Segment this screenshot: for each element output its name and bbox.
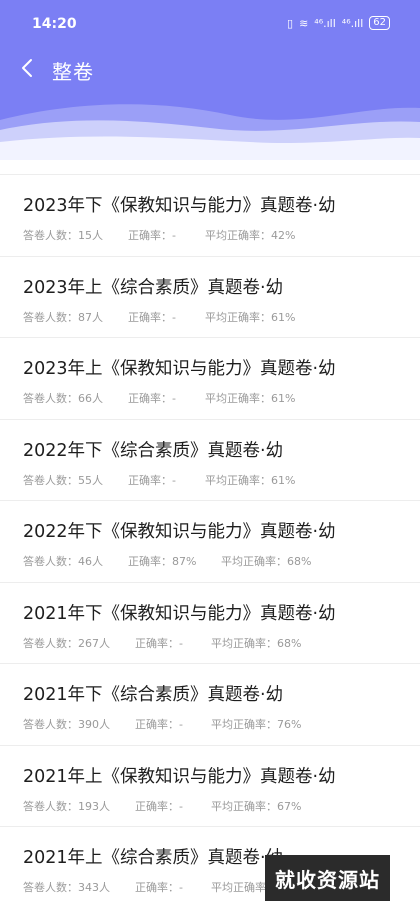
exam-title: 2021年下《综合素质》真题卷·幼 [23, 685, 284, 705]
accuracy-rate: 正确率：- [135, 799, 183, 813]
accuracy-rate: 正确率：- [135, 718, 183, 731]
exam-list-item[interactable]: 2023年上《保教知识与能力》真题卷·幼答卷人数：66人 正确率：- 平均正确率：6… [0, 337, 420, 419]
battery-icon: 62 [369, 16, 390, 30]
average-accuracy-rate: 平均正确率：67% [211, 799, 302, 813]
average-accuracy-rate: 平均正确率：61% [205, 392, 296, 405]
accuracy-rate: 正确率：87% [128, 555, 197, 568]
exam-title: 2021年上《保教知识与能力》真题卷·幼 [23, 766, 336, 787]
exam-title: 2023年上《保教知识与能力》真题卷·幼 [23, 359, 336, 379]
exam-list-item[interactable]: 2023年上《综合素质》真题卷·幼答卷人数：87人 正确率：- 平均正确率：61% [0, 255, 420, 338]
average-accuracy-rate: 平均正确率：68% [221, 555, 312, 568]
average-accuracy-rate: 平均正确率：61% [205, 473, 296, 487]
accuracy-rate: 正确率：- [128, 392, 176, 405]
watermark: 就收资源站 [265, 855, 390, 901]
exam-list-item[interactable]: 2022年下《保教知识与能力》真题卷·幼答卷人数：46人 正确率：87% 平均正确率… [0, 500, 420, 582]
participants-count: 答卷人数：55人 [23, 473, 103, 487]
status-bar: 14:20 ▯ ≋ ⁴⁶.ıll ⁴⁶.ıll 62 [0, 0, 420, 46]
signal-icon: ⁴⁶.ıll [314, 16, 336, 30]
participants-count: 答卷人数：343人 [23, 881, 110, 894]
exam-list-item[interactable]: 2021年上《保教知识与能力》真题卷·幼答卷人数：193人 正确率：- 平均正确率：… [0, 744, 420, 827]
participants-count: 答卷人数：87人 [23, 310, 103, 324]
accuracy-rate: 正确率：- [135, 636, 183, 650]
exam-list-item[interactable]: 2021年下《保教知识与能力》真题卷·幼答卷人数：267人 正确率：- 平均正确率：… [0, 581, 420, 664]
exam-list: 2023年下《保教知识与能力》真题卷·幼 答卷人数：15人 正确率：- 平均正确率：4… [0, 174, 420, 908]
nav-bar: 整卷 [0, 50, 420, 90]
exam-list-item[interactable]: 2022年下《综合素质》真题卷·幼答卷人数：55人 正确率：- 平均正确率：61% [0, 418, 420, 501]
average-accuracy-rate: 平均正确率：76% [211, 718, 302, 731]
exam-title: 2022年下《综合素质》真题卷·幼 [23, 440, 284, 461]
signal-icon-2: ⁴⁶.ıll [341, 16, 364, 30]
exam-title: 2023年下《保教知识与能力》真题卷·幼 [23, 196, 336, 216]
average-accuracy-rate: 平均正确率：42% [205, 229, 296, 242]
participants-count: 答卷人数：193人 [23, 799, 110, 813]
status-icons: ▯ ≋ ⁴⁶.ıll ⁴⁶.ıll 62 [287, 16, 390, 30]
exam-title: 2021年下《保教知识与能力》真题卷·幼 [23, 603, 336, 624]
accuracy-rate: 正确率：- [135, 881, 183, 894]
back-arrow-icon[interactable] [16, 56, 40, 80]
participants-count: 答卷人数：390人 [23, 718, 110, 731]
participants-count: 答卷人数：267人 [23, 636, 110, 650]
accuracy-rate: 正确率：- [128, 310, 176, 324]
average-accuracy-rate: 平均正确率：61% [205, 310, 296, 324]
exam-title: 2023年上《综合素质》真题卷·幼 [23, 277, 284, 298]
exam-list-item[interactable]: 2021年下《综合素质》真题卷·幼答卷人数：390人 正确率：- 平均正确率：76% [0, 663, 420, 745]
exam-title: 2022年下《保教知识与能力》真题卷·幼 [23, 522, 336, 542]
status-time: 14:20 [32, 16, 77, 32]
exam-list-item[interactable]: 2023年下《保教知识与能力》真题卷·幼答卷人数：15人 正确率：- 平均正确率：4… [0, 174, 420, 256]
accuracy-rate: 正确率：- [128, 229, 176, 242]
page-title: 整卷 [52, 60, 94, 84]
participants-count: 答卷人数：46人 [23, 555, 103, 568]
average-accuracy-rate: 平均正确率：68% [211, 636, 302, 650]
wifi-icon: ≋ [299, 16, 309, 30]
vibrate-icon: ▯ [287, 16, 294, 30]
exam-title: 2021年上《综合素质》真题卷·幼 [23, 848, 284, 868]
header: 14:20 ▯ ≋ ⁴⁶.ıll ⁴⁶.ıll 62 整卷 [0, 0, 420, 160]
participants-count: 答卷人数：15人 [23, 229, 103, 242]
header-wave-decoration [0, 104, 420, 160]
participants-count: 答卷人数：66人 [23, 392, 103, 405]
accuracy-rate: 正确率：- [128, 473, 176, 487]
